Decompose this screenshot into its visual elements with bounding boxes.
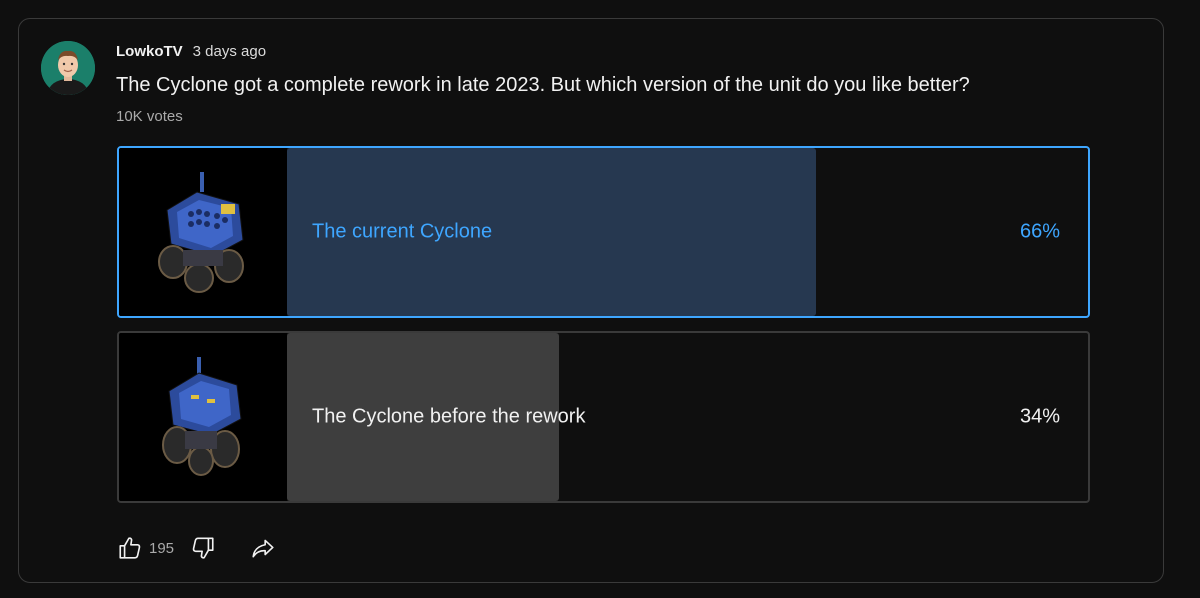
option-percent: 34% xyxy=(1019,405,1060,428)
share-icon xyxy=(252,539,274,558)
option-percent: 66% xyxy=(1019,220,1060,243)
cyclone-unit-image xyxy=(158,172,244,293)
poll-post-card: LowkoTV 3 days ago The Cyclone got a com… xyxy=(18,18,1164,583)
poll-question: The Cyclone got a complete rework in lat… xyxy=(116,74,970,96)
poll-option-cyclone-before-rework[interactable]: The Cyclone before the rework 34% xyxy=(117,331,1090,503)
option-image-old-cyclone xyxy=(119,333,287,501)
author-avatar[interactable] xyxy=(41,41,95,95)
option-label: The current Cyclone xyxy=(312,220,493,243)
author-name[interactable]: LowkoTV xyxy=(116,43,183,60)
thumbs-down-icon xyxy=(192,537,214,559)
share-button[interactable] xyxy=(248,533,278,563)
vote-count: 10K votes xyxy=(116,108,183,125)
post-meta: LowkoTV 3 days ago xyxy=(116,43,266,63)
like-count: 195 xyxy=(149,539,175,557)
post-actions: 195 xyxy=(115,533,278,563)
thumbs-up-icon xyxy=(119,537,141,559)
option-image-current-cyclone xyxy=(119,148,287,316)
option-label: The Cyclone before the rework xyxy=(312,405,586,428)
dislike-button[interactable] xyxy=(188,533,218,563)
cyclone-unit-image xyxy=(162,357,242,476)
post-timestamp[interactable]: 3 days ago xyxy=(193,43,266,60)
like-button[interactable] xyxy=(115,533,145,563)
poll-option-current-cyclone[interactable]: The current Cyclone 66% xyxy=(117,146,1090,318)
